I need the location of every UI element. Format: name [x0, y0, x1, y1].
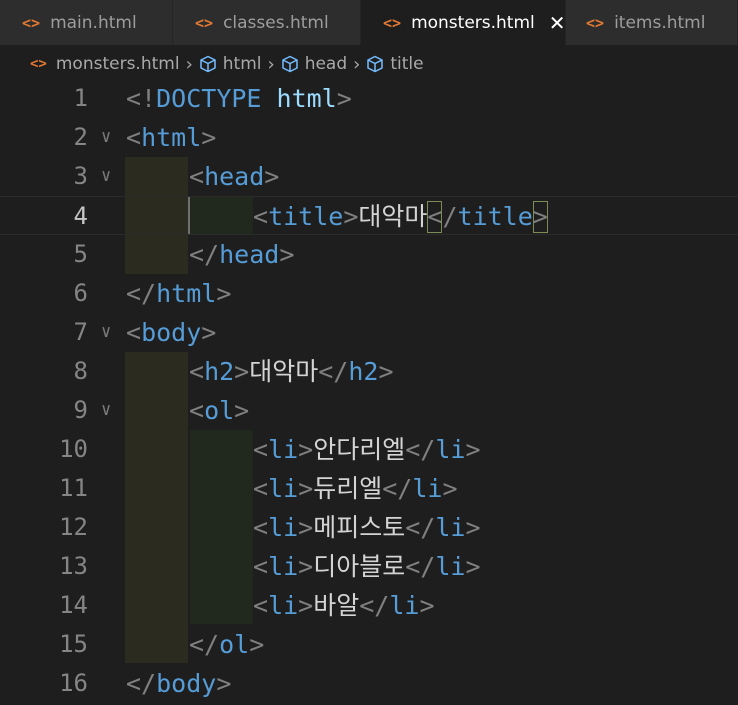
chevron-down-icon[interactable]: ∨ — [101, 391, 111, 430]
line-number: 12 — [59, 513, 88, 541]
chevron-down-icon[interactable]: ∨ — [101, 157, 111, 196]
tab-label: classes.html — [223, 12, 329, 33]
code-line[interactable]: 12 <li>메피스토</li> — [0, 508, 738, 547]
line-number: 14 — [59, 591, 88, 619]
chevron-right-icon: › — [185, 53, 193, 75]
bracket-match: > — [532, 201, 548, 233]
tab-classes-html[interactable]: <> classes.html — [173, 0, 361, 45]
line-number: 3 — [73, 162, 88, 190]
line-number: 9 — [73, 396, 88, 424]
code-line[interactable]: 2 ∨ <html> — [0, 118, 738, 157]
html-file-icon: <> — [22, 13, 41, 32]
code-line[interactable]: 15 </ol> — [0, 625, 738, 664]
html-file-icon: <> — [30, 56, 47, 72]
line-number: 10 — [59, 435, 88, 463]
bracket-match: < — [427, 201, 443, 233]
code-line[interactable]: 6 </html> — [0, 274, 738, 313]
html-file-icon: <> — [195, 13, 214, 32]
html-file-icon: <> — [383, 13, 402, 32]
line-content: </head> — [189, 240, 295, 269]
line-content: </body> — [126, 669, 232, 698]
code-line[interactable]: 14 <li>바알</li> — [0, 586, 738, 625]
line-number: 6 — [73, 279, 88, 307]
line-content: <li>디아블로</li> — [253, 552, 481, 581]
line-content: <h2>대악마</h2> — [189, 357, 394, 386]
line-number: 7 — [73, 318, 88, 346]
line-content: <!DOCTYPE html> — [126, 84, 352, 113]
line-number: 16 — [59, 669, 88, 697]
line-number: 11 — [59, 474, 88, 502]
code-line[interactable]: 8 <h2>대악마</h2> — [0, 352, 738, 391]
code-line[interactable]: 9 ∨ <ol> — [0, 391, 738, 430]
tab-bar: <> main.html <> classes.html <> monsters… — [0, 0, 738, 45]
breadcrumb-title[interactable]: title — [390, 54, 423, 74]
line-number: 1 — [73, 84, 88, 112]
line-content: <li>바알</li> — [253, 591, 435, 620]
close-icon[interactable]: ✕ — [549, 11, 566, 35]
breadcrumb-html[interactable]: html — [223, 54, 262, 74]
code-line[interactable]: 13 <li>디아블로</li> — [0, 547, 738, 586]
line-content: <li>안다리엘</li> — [253, 435, 481, 464]
line-number: 8 — [73, 357, 88, 385]
line-content: <li>메피스토</li> — [253, 513, 481, 542]
breadcrumb-head[interactable]: head — [305, 54, 347, 74]
chevron-right-icon: › — [353, 53, 361, 75]
cube-icon — [281, 55, 298, 73]
code-editor[interactable]: 1 <!DOCTYPE html> 2 ∨ <html> 3 ∨ <head> … — [0, 79, 738, 705]
line-content: <ol> — [189, 396, 250, 425]
line-number: 4 — [73, 202, 88, 230]
tab-label: items.html — [614, 12, 706, 33]
line-content: <body> — [126, 318, 217, 347]
code-line[interactable]: 10 <li>안다리엘</li> — [0, 430, 738, 469]
code-line[interactable]: 1 <!DOCTYPE html> — [0, 79, 738, 118]
tab-monsters-html[interactable]: <> monsters.html ✕ — [361, 0, 566, 45]
tab-label: monsters.html — [411, 12, 535, 33]
tab-label: main.html — [50, 12, 137, 33]
code-line-current[interactable]: 4 <title>대악마</title> — [0, 196, 738, 235]
line-content: </html> — [126, 279, 232, 308]
cube-icon — [200, 55, 216, 73]
code-line[interactable]: 11 <li>듀리엘</li> — [0, 469, 738, 508]
line-content: <title>대악마</title> — [253, 201, 548, 233]
html-file-icon: <> — [586, 13, 605, 32]
chevron-down-icon[interactable]: ∨ — [101, 313, 111, 352]
cube-icon — [367, 55, 384, 73]
line-number: 15 — [59, 630, 88, 658]
line-content: <html> — [126, 123, 217, 152]
line-content: </ol> — [189, 630, 265, 659]
tab-items-html[interactable]: <> items.html — [566, 0, 738, 45]
code-line[interactable]: 3 ∨ <head> — [0, 157, 738, 196]
breadcrumb-file[interactable]: monsters.html — [56, 54, 180, 74]
breadcrumb: <> monsters.html › html › head › title — [0, 45, 738, 83]
chevron-down-icon[interactable]: ∨ — [101, 118, 111, 157]
chevron-right-icon: › — [267, 53, 275, 75]
line-number: 13 — [59, 552, 88, 580]
line-number: 2 — [73, 123, 88, 151]
line-content: <head> — [189, 162, 280, 191]
code-line[interactable]: 16 </body> — [0, 664, 738, 703]
tab-main-html[interactable]: <> main.html — [0, 0, 173, 45]
code-line[interactable]: 5 </head> — [0, 235, 738, 274]
line-number: 5 — [73, 240, 88, 268]
code-line[interactable]: 7 ∨ <body> — [0, 313, 738, 352]
line-content: <li>듀리엘</li> — [253, 474, 458, 503]
